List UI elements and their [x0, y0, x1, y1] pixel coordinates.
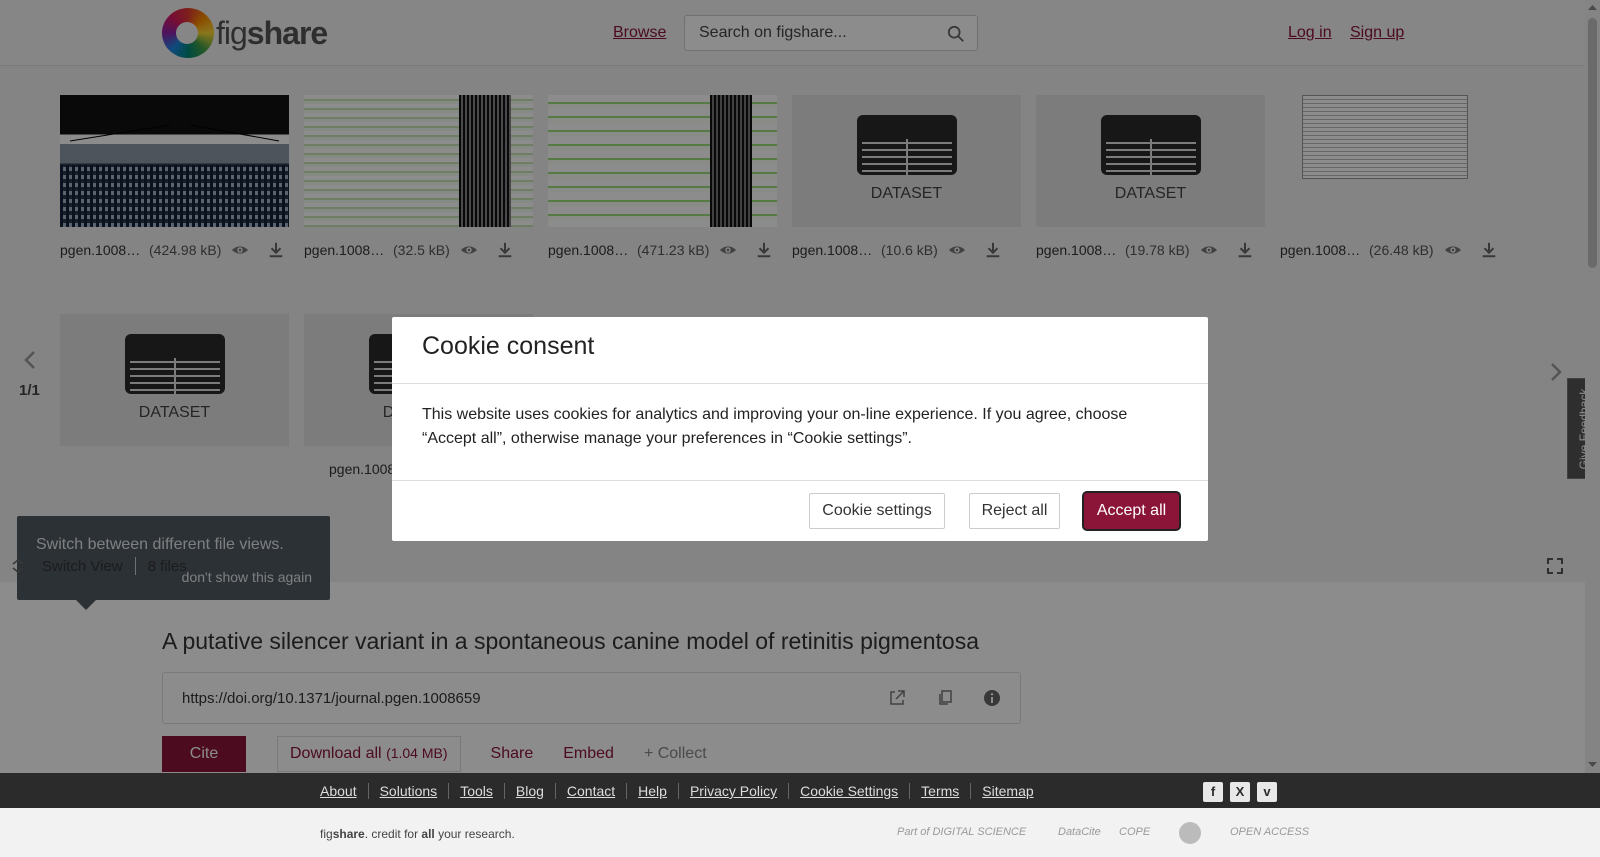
cookie-dialog-body: This website uses cookies for analytics … — [422, 406, 1128, 447]
partner-seal-icon — [1179, 822, 1201, 844]
footer-link-solutions[interactable]: Solutions — [367, 783, 449, 799]
accept-all-button[interactable]: Accept all — [1084, 493, 1179, 529]
datacite-logo[interactable]: DataCite — [1058, 826, 1101, 838]
cookie-dialog-title: Cookie consent — [422, 332, 595, 360]
footer-link-privacy[interactable]: Privacy Policy — [677, 783, 788, 799]
x-twitter-icon[interactable]: X — [1230, 782, 1250, 802]
footer-link-cookie-settings[interactable]: Cookie Settings — [788, 783, 909, 799]
digital-science-logo[interactable]: Part of DIGITAL SCIENCE — [897, 826, 1026, 838]
footer-link-tools[interactable]: Tools — [448, 783, 504, 799]
cookie-settings-button[interactable]: Cookie settings — [809, 493, 945, 529]
divider — [392, 480, 1208, 481]
footer-bottom: figshare. credit for all your research. … — [0, 808, 1600, 857]
footer-link-sitemap[interactable]: Sitemap — [970, 783, 1044, 799]
footer-nav: About Solutions Tools Blog Contact Help … — [0, 773, 1600, 808]
footer-tagline: figshare. credit for all your research. — [320, 827, 515, 841]
footer-link-terms[interactable]: Terms — [909, 783, 970, 799]
footer-links: About Solutions Tools Blog Contact Help … — [320, 783, 1045, 799]
open-access-logo[interactable]: OPEN ACCESS — [1230, 826, 1309, 838]
facebook-icon[interactable]: f — [1203, 782, 1223, 802]
footer-link-blog[interactable]: Blog — [503, 783, 555, 799]
vimeo-icon[interactable]: v — [1257, 782, 1277, 802]
divider — [392, 383, 1208, 384]
footer-link-help[interactable]: Help — [626, 783, 678, 799]
cope-logo[interactable]: COPE — [1119, 826, 1150, 838]
reject-all-button[interactable]: Reject all — [969, 493, 1060, 529]
footer-link-contact[interactable]: Contact — [554, 783, 626, 799]
cookie-consent-dialog: Cookie consent This website uses cookies… — [392, 317, 1208, 541]
footer-link-about[interactable]: About — [320, 783, 368, 799]
